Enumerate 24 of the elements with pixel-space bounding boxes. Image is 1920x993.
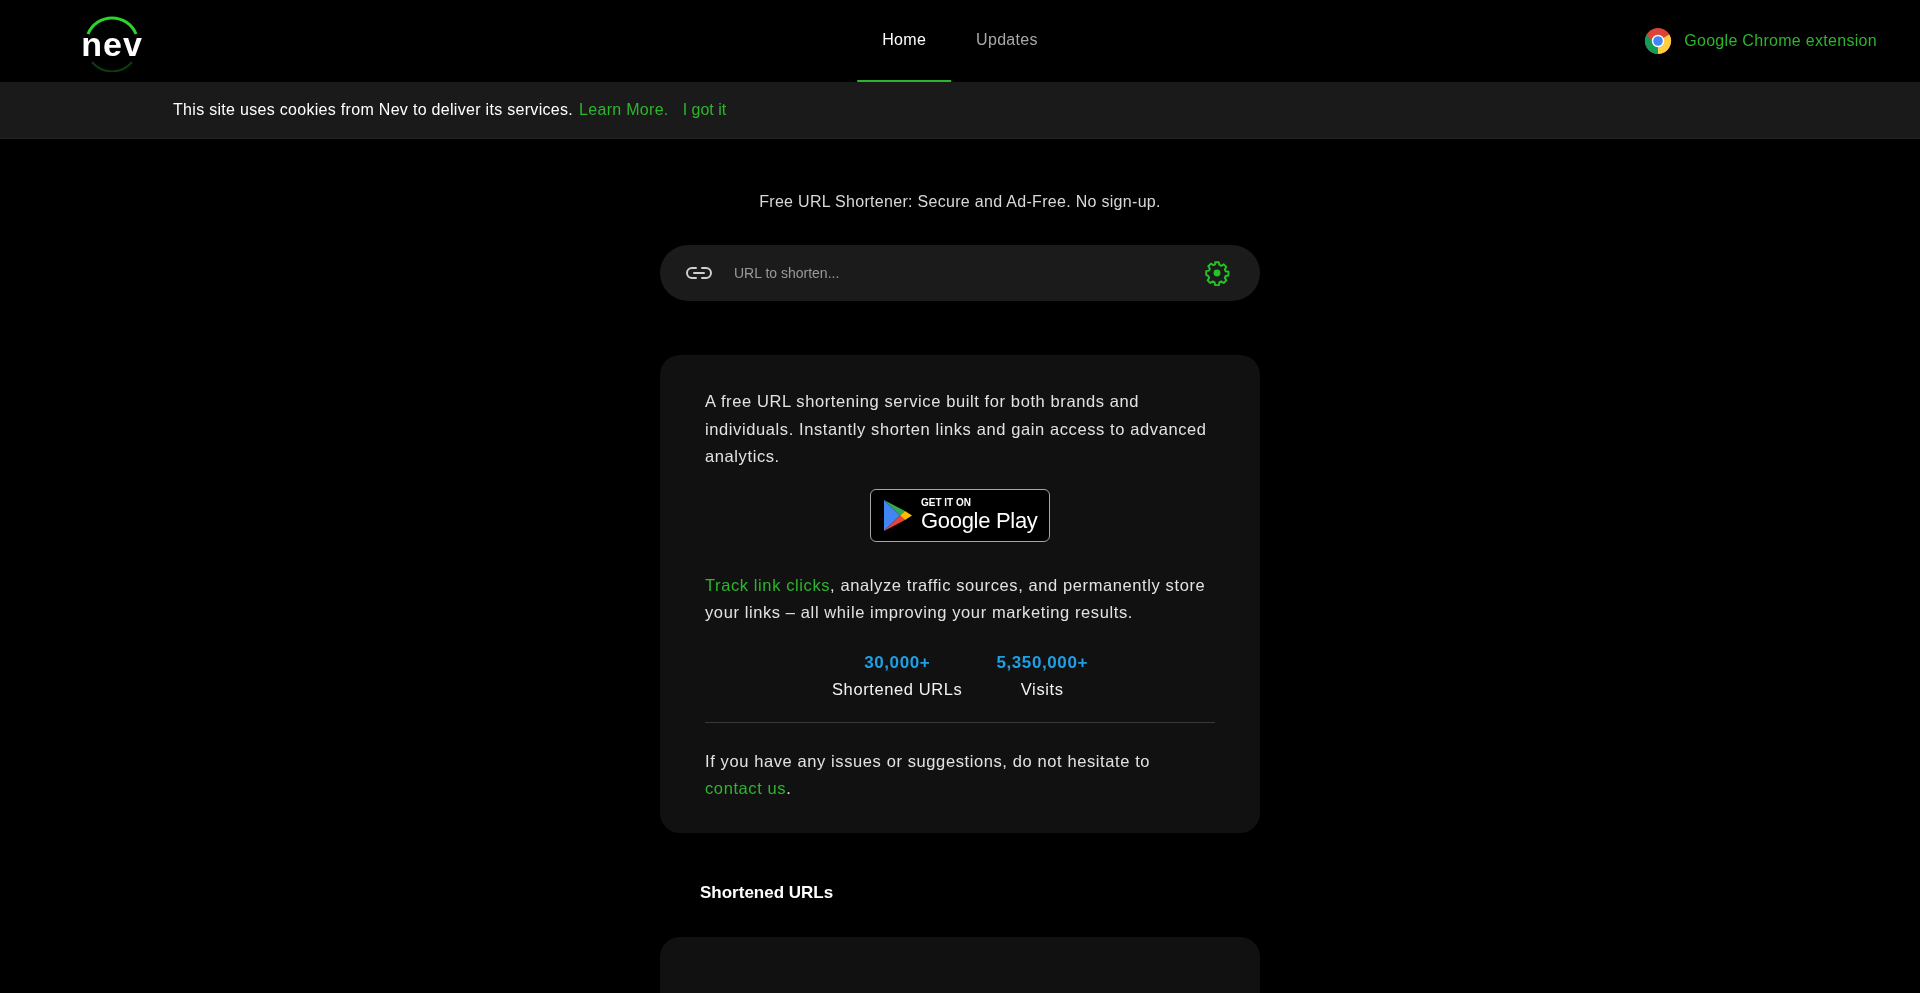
intro-paragraph: A free URL shortening service built for both brands and individuals. Instantly shorten links and gain access to advanced analytics.: [705, 391, 1208, 467]
link-icon: [686, 266, 712, 280]
chrome-icon: [1644, 27, 1673, 55]
stat-value: 5,350,000+: [996, 651, 1088, 674]
play-store-icon: [883, 498, 913, 532]
url-input-field[interactable]: URL to shorten...: [732, 252, 1204, 294]
stat-label: Shortened URLs: [832, 679, 963, 700]
settings-icon[interactable]: [1204, 260, 1230, 286]
nav-tab[interactable]: Updates: [951, 0, 1063, 82]
url-bar[interactable]: URL to shorten...: [660, 245, 1260, 301]
stat-label: Visits: [1020, 679, 1064, 700]
nev-logo[interactable]: nev: [78, 10, 146, 72]
contact-paragraph: If you have any issues or suggestions, do not hesitate to contact us.: [705, 750, 1152, 799]
stat-value: 30,000+: [864, 651, 931, 674]
accept-cookies-button[interactable]: I got it: [682, 101, 727, 119]
learn-more-link[interactable]: Learn More.: [579, 101, 669, 119]
track-clicks-link[interactable]: Track link clicks: [705, 575, 831, 594]
contact-link[interactable]: contact us: [705, 779, 787, 797]
feature-paragraph: Track link clicks, analyze traffic sources, and permanently store your links – all while improving your marketing results.: [705, 574, 1207, 623]
section-heading: Shortened URLs: [700, 882, 834, 903]
tagline: Free URL Shortener: Secure and Ad-Free. No sign-up.: [759, 193, 1161, 211]
chrome-extension-link[interactable]: Google Chrome extension: [1644, 27, 1877, 55]
google-play-button[interactable]: GET IT ON Google Play: [870, 488, 1050, 542]
cookie-notice: This site uses cookies from Nev to deliver its services.: [173, 101, 574, 119]
